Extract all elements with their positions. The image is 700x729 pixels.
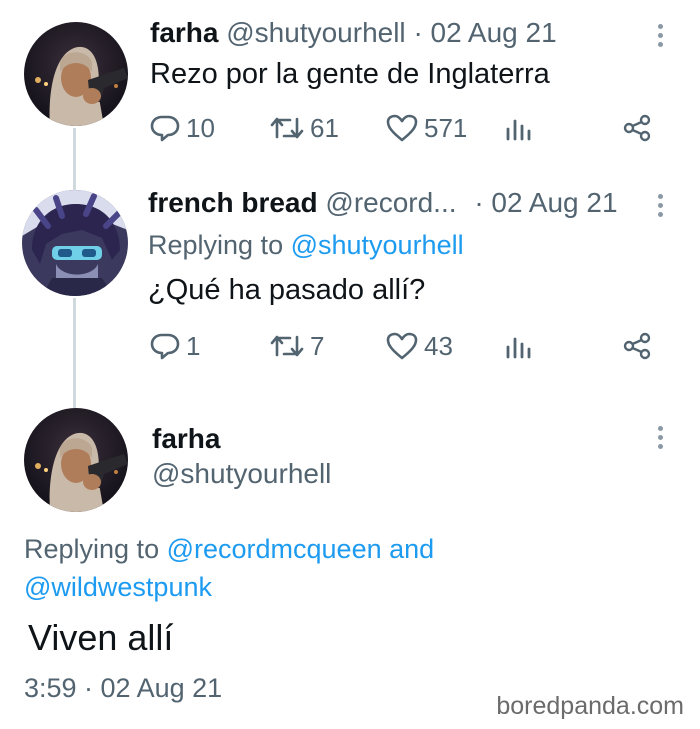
tweet1-retweet-button[interactable]: 61 [270,108,339,148]
tweet1-author-name[interactable]: farha [150,17,218,48]
tweet1-like-button[interactable]: 571 [386,108,467,148]
retweet-icon [270,117,304,139]
tweet2-like-count: 43 [424,330,453,361]
tweet3-author-name[interactable]: farha [152,423,220,455]
tweet3-author-handle[interactable]: @shutyourhell [152,458,331,490]
like-icon [386,332,418,360]
tweet1-reply-button[interactable]: 10 [150,108,215,148]
tweet2-like-button[interactable]: 43 [386,326,453,366]
tweet2-replying-to-link[interactable]: @shutyourhell [291,230,464,260]
analytics-icon [506,119,531,141]
share-icon [623,332,651,360]
tweet2-author-handle[interactable]: @record... [325,187,456,218]
retweet-icon [270,335,304,357]
watermark: boredpanda.com [496,692,684,720]
tweet1-analytics-button[interactable] [505,108,533,148]
tweet2-retweet-count: 7 [310,330,325,361]
tweet3-replying-to: Replying to @recordmcqueen and [24,532,434,566]
tweet1-retweet-count: 61 [310,112,339,143]
tweet2-text: ¿Qué ha pasado allí? [148,274,426,306]
avatar-farha-focused[interactable] [24,408,128,512]
tweet1-like-count: 571 [424,112,468,143]
tweet1-header: farha @shutyourhell · 02 Aug 21 [150,16,557,50]
tweet2-header: french bread @record... · 02 Aug 21 [148,186,618,220]
thread-line-2 [73,298,76,408]
tweet2-share-button[interactable] [622,326,652,366]
tweet1-author-handle[interactable]: @shutyourhell [226,17,405,48]
tweet2-replying-to: Replying to @shutyourhell [148,228,464,262]
reply-icon [150,115,180,142]
tweet1-share-button[interactable] [622,108,652,148]
tweet3-replying-to-line2: @wildwestpunk [24,570,212,604]
reply-icon [150,333,180,360]
tweet2-author-name[interactable]: french bread [148,187,318,218]
tweet1-reply-count: 10 [186,112,215,143]
tweet2-actions: 1 7 43 [150,326,660,366]
tweet3-text: Viven allí [28,617,174,658]
tweet2-reply-button[interactable]: 1 [150,326,200,366]
tweet2-retweet-button[interactable]: 7 [270,326,324,366]
tweet1-separator: · [413,17,423,48]
avatar-french-bread-image [22,190,128,296]
avatar-farha-image [24,22,128,126]
tweet3-replying-and: and [381,534,435,564]
analytics-icon [506,337,531,359]
tweet3-more-options-icon[interactable] [656,426,664,454]
avatar-farha[interactable] [24,22,128,126]
tweet1-more-options-icon[interactable] [656,24,664,52]
tweet2-more-options-icon[interactable] [656,194,664,222]
tweet1-text: Rezo por la gente de Inglaterra [150,58,550,90]
tweet3-replying-to-link-2[interactable]: @wildwestpunk [24,572,212,602]
share-icon [623,114,651,142]
tweet3-timestamp[interactable]: 3:59 · 02 Aug 21 [24,673,222,704]
tweet2-separator: · [474,187,484,218]
tweet3-replying-to-link-1[interactable]: @recordmcqueen [167,534,382,564]
tweet1-actions: 10 61 571 [150,108,660,148]
tweet2-reply-count: 1 [186,330,201,361]
thread-line-1 [73,128,76,190]
tweet1-date[interactable]: 02 Aug 21 [431,17,557,48]
tweet2-analytics-button[interactable] [505,326,533,366]
tweet2-date[interactable]: 02 Aug 21 [491,187,617,218]
like-icon [386,114,418,142]
avatar-farha-focused-image [24,408,128,512]
tweet3-replying-prefix: Replying to [24,534,167,564]
tweet2-replying-prefix: Replying to [148,230,291,260]
avatar-french-bread[interactable] [22,190,128,296]
